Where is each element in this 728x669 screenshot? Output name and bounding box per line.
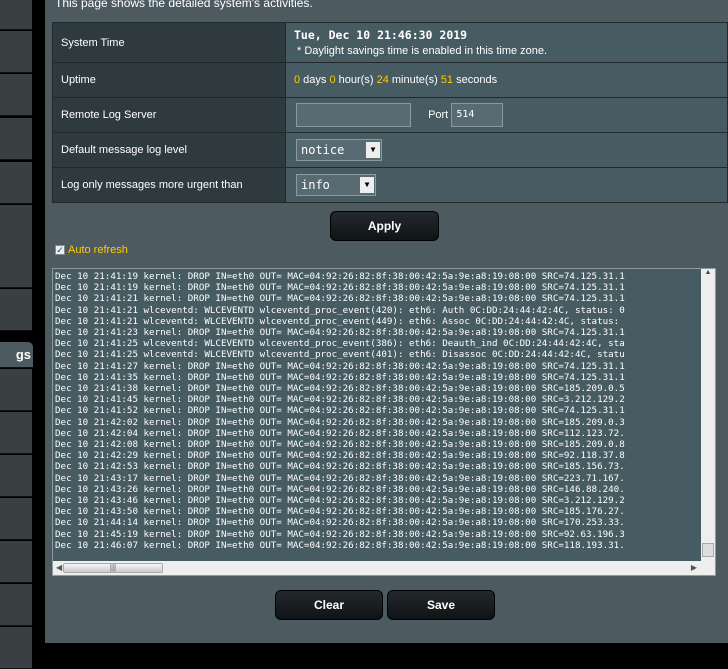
system-time-value: Tue, Dec 10 21:46:30 2019 bbox=[294, 28, 468, 42]
save-button[interactable]: Save bbox=[387, 590, 495, 620]
main-panel: This page shows the detailed system's ac… bbox=[45, 0, 728, 643]
log-line: Dec 10 21:41:19 kernel: DROP IN=eth0 OUT… bbox=[55, 282, 625, 294]
log-line: Dec 10 21:42:04 kernel: DROP IN=eth0 OUT… bbox=[55, 427, 625, 439]
sidebar: gs bbox=[0, 0, 33, 669]
log-line: Dec 10 21:42:29 kernel: DROP IN=eth0 OUT… bbox=[55, 450, 625, 462]
port-input[interactable]: 514 bbox=[451, 103, 504, 127]
log-line: Dec 10 21:41:45 kernel: DROP IN=eth0 OUT… bbox=[55, 394, 625, 406]
sidebar-item[interactable] bbox=[0, 369, 32, 411]
sidebar-item[interactable] bbox=[0, 118, 32, 160]
sidebar-item[interactable] bbox=[0, 498, 32, 540]
log-line: Dec 10 21:41:52 kernel: DROP IN=eth0 OUT… bbox=[55, 405, 625, 417]
chevron-down-icon: ▼ bbox=[360, 177, 374, 193]
remote-log-server-input[interactable] bbox=[296, 103, 411, 127]
sidebar-item[interactable] bbox=[0, 584, 32, 626]
log-line: Dec 10 21:46:07 kernel: DROP IN=eth0 OUT… bbox=[55, 539, 625, 551]
sidebar-item[interactable] bbox=[0, 205, 32, 247]
uptime-seconds-unit: seconds bbox=[453, 74, 498, 86]
scroll-right-icon[interactable]: ▶ bbox=[691, 563, 697, 572]
sidebar-item[interactable] bbox=[0, 541, 32, 583]
log-line: Dec 10 21:41:35 kernel: DROP IN=eth0 OUT… bbox=[55, 371, 625, 383]
log-content: Dec 10 21:41:19 kernel: DROP IN=eth0 OUT… bbox=[55, 271, 702, 551]
scroll-up-icon[interactable]: ▲ bbox=[701, 269, 715, 276]
uptime-days-unit: days bbox=[300, 74, 330, 86]
log-line: Dec 10 21:42:53 kernel: DROP IN=eth0 OUT… bbox=[55, 461, 625, 473]
chevron-down-icon: ▼ bbox=[366, 142, 380, 158]
default-level-select[interactable]: notice ▼ bbox=[296, 139, 382, 161]
page-description: This page shows the detailed system's ac… bbox=[55, 0, 313, 10]
log-line: Dec 10 21:41:23 kernel: DROP IN=eth0 OUT… bbox=[55, 327, 625, 339]
default-level-value: notice bbox=[301, 143, 345, 157]
log-line: Dec 10 21:45:19 kernel: DROP IN=eth0 OUT… bbox=[55, 528, 625, 540]
log-line: Dec 10 21:42:08 kernel: DROP IN=eth0 OUT… bbox=[55, 439, 625, 451]
auto-refresh-checkbox[interactable]: ✓ bbox=[55, 245, 65, 255]
system-time-label: System Time bbox=[52, 22, 286, 63]
sidebar-item-system-log[interactable]: gs bbox=[0, 342, 33, 368]
sidebar-item[interactable] bbox=[0, 0, 32, 30]
sidebar-item[interactable] bbox=[0, 246, 32, 288]
vertical-scrollbar[interactable]: ▲ bbox=[701, 269, 715, 561]
clear-button[interactable]: Clear bbox=[275, 590, 383, 620]
log-line: Dec 10 21:43:46 kernel: DROP IN=eth0 OUT… bbox=[55, 495, 625, 507]
auto-refresh-label: Auto refresh bbox=[68, 244, 128, 256]
log-line: Dec 10 21:43:26 kernel: DROP IN=eth0 OUT… bbox=[55, 483, 625, 495]
urgent-level-value: info bbox=[301, 178, 330, 192]
log-line: Dec 10 21:43:50 kernel: DROP IN=eth0 OUT… bbox=[55, 506, 625, 518]
urgent-level-select[interactable]: info ▼ bbox=[296, 174, 376, 196]
uptime-value: 0 days 0 hour(s) 24 minute(s) 51 seconds bbox=[285, 62, 728, 98]
dst-note: * Daylight savings time is enabled in th… bbox=[297, 45, 548, 57]
port-label: Port bbox=[428, 108, 449, 121]
log-line: Dec 10 21:41:27 kernel: DROP IN=eth0 OUT… bbox=[55, 360, 625, 372]
sidebar-item[interactable] bbox=[0, 455, 32, 497]
log-line: Dec 10 21:41:19 kernel: DROP IN=eth0 OUT… bbox=[55, 271, 625, 282]
horizontal-scroll-thumb[interactable]: ||| bbox=[63, 563, 163, 573]
uptime-minutes: 24 bbox=[376, 74, 389, 86]
vertical-scroll-thumb[interactable] bbox=[702, 543, 714, 557]
log-line: Dec 10 21:41:21 wlceventd: WLCEVENTD wlc… bbox=[55, 315, 620, 327]
auto-refresh[interactable]: ✓ Auto refresh bbox=[55, 244, 128, 256]
urgent-level-label: Log only messages more urgent than bbox=[52, 167, 286, 203]
log-line: Dec 10 21:43:17 kernel: DROP IN=eth0 OUT… bbox=[55, 472, 625, 484]
log-line: Dec 10 21:41:21 kernel: DROP IN=eth0 OUT… bbox=[55, 293, 625, 305]
log-line: Dec 10 21:41:25 wlceventd: WLCEVENTD wlc… bbox=[55, 349, 625, 361]
log-line: Dec 10 21:41:25 wlceventd: WLCEVENTD wlc… bbox=[55, 338, 625, 350]
sidebar-item[interactable] bbox=[0, 289, 32, 331]
default-level-label: Default message log level bbox=[52, 132, 286, 168]
system-log-textarea[interactable]: Dec 10 21:41:19 kernel: DROP IN=eth0 OUT… bbox=[52, 268, 716, 576]
log-line: Dec 10 21:41:38 kernel: DROP IN=eth0 OUT… bbox=[55, 383, 625, 395]
horizontal-scrollbar[interactable]: ◀ ||| ▶ bbox=[53, 561, 715, 575]
sidebar-item[interactable] bbox=[0, 627, 32, 669]
log-line: Dec 10 21:42:02 kernel: DROP IN=eth0 OUT… bbox=[55, 416, 625, 428]
log-line: Dec 10 21:44:14 kernel: DROP IN=eth0 OUT… bbox=[55, 517, 625, 529]
uptime-label: Uptime bbox=[52, 62, 286, 98]
sidebar-item[interactable] bbox=[0, 31, 32, 73]
uptime-seconds: 51 bbox=[440, 74, 454, 86]
scroll-left-icon[interactable]: ◀ bbox=[56, 563, 62, 572]
log-line: Dec 10 21:41:21 wlceventd: WLCEVENTD wlc… bbox=[55, 304, 625, 316]
apply-button[interactable]: Apply bbox=[330, 211, 439, 241]
uptime-hours-unit: hour(s) bbox=[335, 74, 377, 86]
sidebar-item[interactable] bbox=[0, 412, 32, 454]
log-settings-table: System Time Tue, Dec 10 21:46:30 2019 * … bbox=[52, 22, 728, 203]
sidebar-item[interactable] bbox=[0, 74, 32, 116]
sidebar-item[interactable] bbox=[0, 162, 32, 204]
remote-log-label: Remote Log Server bbox=[52, 97, 286, 133]
uptime-minutes-unit: minute(s) bbox=[388, 74, 441, 86]
